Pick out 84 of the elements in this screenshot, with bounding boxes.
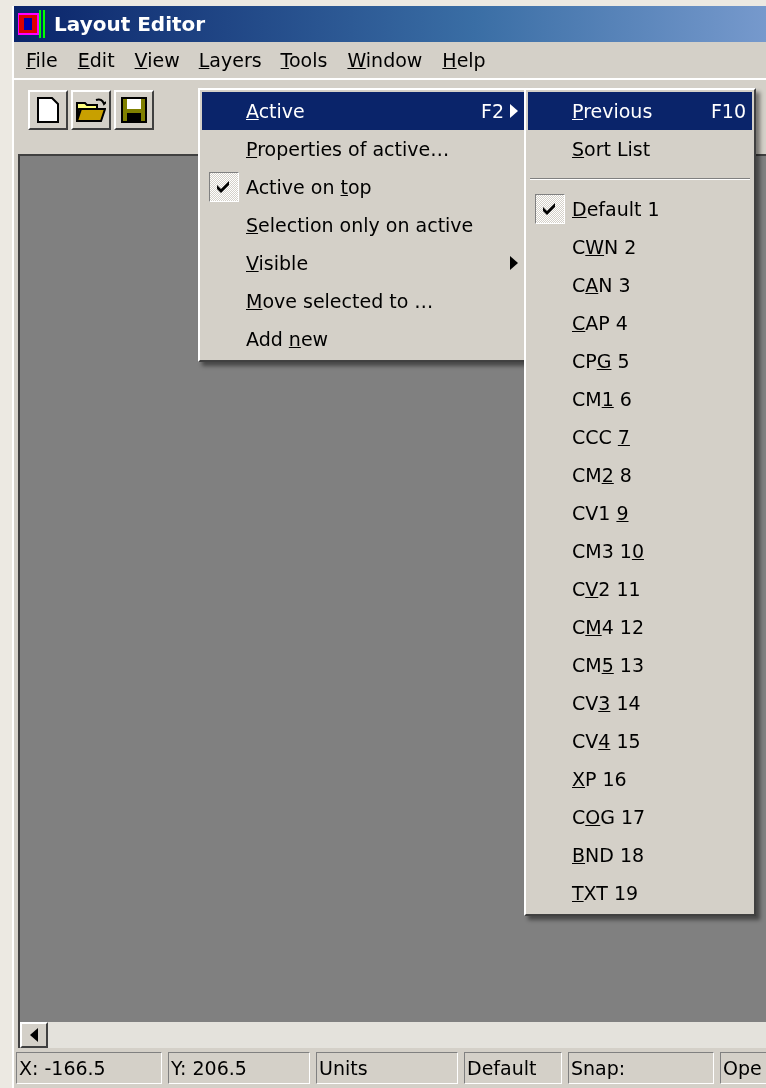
menu-item-label: CV2 11 [572,578,642,600]
toolbar-button[interactable] [71,90,111,130]
check-icon [543,203,557,215]
menu-item-label: XP 16 [572,768,628,790]
check-icon [217,181,231,193]
horizontal-scrollbar[interactable] [18,1022,766,1048]
menu-item-label: Active [246,100,306,122]
menu-item-label: Visible [246,252,310,274]
menu-item-label: Selection only on active [246,214,475,236]
menu-item-label: CM2 8 [572,464,633,486]
menu-bar-item[interactable]: View [125,45,189,75]
open-folder-icon [76,98,106,122]
status-panel: Ope [720,1052,766,1084]
submenu-arrow-icon [510,104,518,118]
menu-item[interactable]: CV2 11 [528,570,752,608]
menu-item[interactable]: CV4 15 [528,722,752,760]
status-panel: Default [464,1052,562,1084]
left-arrow-icon [30,1028,38,1042]
menu-item[interactable]: BND 18 [528,836,752,874]
menu-item[interactable]: CV1 9 [528,494,752,532]
menu-item[interactable]: Active F2 [202,92,524,130]
menu-item[interactable]: CV3 14 [528,684,752,722]
menu-item[interactable]: CAN 3 [528,266,752,304]
menu-item[interactable]: Add new [202,320,524,358]
menu-item[interactable]: CPG 5 [528,342,752,380]
menu-item-label: CM3 10 [572,540,645,562]
menu-item-label: CM5 13 [572,654,645,676]
menu-item[interactable]: Default 1 [528,190,752,228]
menu-item[interactable]: Previous F10 [528,92,752,130]
toolbar-button[interactable] [114,90,154,130]
menu-item[interactable]: TXT 19 [528,874,752,912]
menu-bar-item[interactable]: Help [433,45,495,75]
menu-item[interactable]: CWN 2 [528,228,752,266]
menu-item[interactable]: CM1 6 [528,380,752,418]
menu-item-label: Properties of active… [246,138,451,160]
menu-item[interactable]: CM3 10 [528,532,752,570]
menu-item-label: CCC 7 [572,426,631,448]
menu-item[interactable]: Properties of active… [202,130,524,168]
menu-item[interactable]: Active on top [202,168,524,206]
menu-bar-item[interactable]: Edit [68,45,124,75]
menu-bar-item[interactable]: Layers [190,46,270,74]
menu-item[interactable]: Visible [202,244,524,282]
menu-item-label: CWN 2 [572,236,638,258]
menu-item-label: Previous [572,100,654,122]
menu-bar-item[interactable]: Tools [271,45,337,75]
menu-item-label: CAN 3 [572,274,632,296]
menu-item-label: CAP 4 [572,312,629,334]
toolbar-button[interactable] [28,90,68,130]
menu-item[interactable]: Selection only on active [202,206,524,244]
menu-item[interactable]: Move selected to … [202,282,524,320]
menu-item[interactable]: CM2 8 [528,456,752,494]
menu-item-label: CV1 9 [572,502,630,524]
menu-item[interactable]: Sort List [528,130,752,168]
status-panel: Snap: [568,1052,714,1084]
menu-item-label: CV4 15 [572,730,642,752]
menu-item[interactable]: XP 16 [528,760,752,798]
menu-item[interactable]: CAP 4 [528,304,752,342]
menu-item-label: TXT 19 [572,882,640,904]
menu-bar-item[interactable]: File [17,45,67,75]
menu-item[interactable]: CM5 13 [528,646,752,684]
status-panel: Units [316,1052,458,1084]
shortcut-text: F10 [710,100,747,122]
menu-item-label: CV3 14 [572,692,642,714]
menu-item-label: CM4 12 [572,616,645,638]
window-title: Layout Editor [54,12,206,36]
submenu-arrow-icon [510,256,518,270]
menu-item[interactable]: COG 17 [528,798,752,836]
scroll-left-button[interactable] [20,1022,48,1048]
menu-item-label: Add new [246,328,330,350]
menu-item-label: Move selected to … [246,290,435,312]
menu-item-label: Sort List [572,138,652,160]
shortcut-text: F2 [480,100,505,122]
menu-item-label: CPG 5 [572,350,631,372]
new-document-icon [37,97,59,123]
menu-bar-item[interactable]: Window [338,45,432,75]
menu-item-label: BND 18 [572,844,646,866]
status-panel: X: -166.5 [16,1052,162,1084]
menu-item-label: CM1 6 [572,388,633,410]
menu-item-label: Active on top [246,176,373,198]
menu-item-label: Default 1 [572,198,661,220]
menu-item[interactable]: CCC 7 [528,418,752,456]
status-panel: Y: 206.5 [168,1052,310,1084]
menu-item-label: COG 17 [572,806,647,828]
menu-item[interactable]: CM4 12 [528,608,752,646]
